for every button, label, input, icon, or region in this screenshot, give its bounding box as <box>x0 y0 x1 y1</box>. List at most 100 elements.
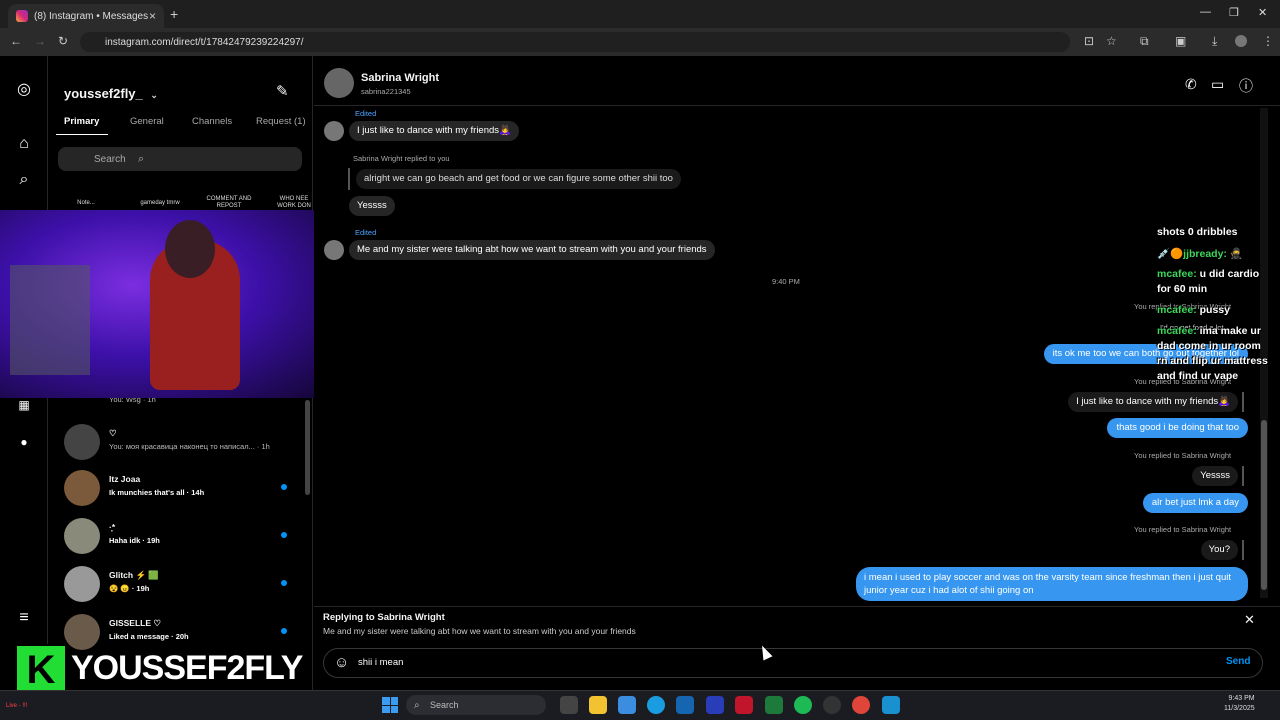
replying-to-text: Me and my sister were talking abt how we… <box>323 626 636 636</box>
conversation-name: GISSELLE ♡ <box>109 618 162 628</box>
message-received[interactable]: Me and my sister were talking abt how we… <box>349 240 715 260</box>
task-view-icon[interactable] <box>560 696 578 714</box>
note-item[interactable]: gameday tmrw <box>132 200 188 207</box>
conversation-name: ♡ <box>109 428 117 438</box>
chat-scrollbar-thumb[interactable] <box>1261 420 1267 590</box>
threads-icon[interactable]: ● <box>14 432 34 452</box>
search-placeholder: Search <box>94 153 126 165</box>
stream-chat-line: rn and flip ur mattress <box>1157 355 1268 367</box>
obs-icon[interactable] <box>823 696 841 714</box>
minimize-icon[interactable]: — <box>1200 6 1211 18</box>
extensions-icon[interactable]: ⧉ <box>1140 34 1149 49</box>
conversation-preview: Liked a message · 20h <box>109 632 189 641</box>
avatar <box>64 518 100 554</box>
video-call-icon[interactable]: ▭ <box>1211 76 1224 93</box>
copilot-icon[interactable] <box>618 696 636 714</box>
inbox-scrollbar[interactable] <box>305 400 310 495</box>
stream-chat-line: mcafee: pussy <box>1157 304 1230 316</box>
xbox-icon[interactable] <box>765 696 783 714</box>
avatar <box>64 470 100 506</box>
message-received[interactable]: I just like to dance with my friends🙇‍♀️ <box>349 121 519 141</box>
maximize-icon[interactable]: ❐ <box>1229 6 1239 19</box>
profile-avatar[interactable] <box>1235 35 1247 47</box>
emoji-icon[interactable]: ☺ <box>334 654 349 671</box>
message-input[interactable] <box>358 657 1158 668</box>
conversation-item[interactable]: Glitch ⚡ 🟩 😵 😠 · 19h <box>64 566 304 606</box>
search-icon: ⌕ <box>138 152 145 165</box>
conversation-item[interactable]: ♡ You: моя красавица наконец то написал.… <box>64 424 304 464</box>
quoted-message[interactable]: Yessss <box>1192 466 1238 486</box>
search-icon: ⌕ <box>414 699 420 711</box>
reply-meta: You replied to Sabrina Wright <box>1134 451 1232 460</box>
forward-icon[interactable]: → <box>34 34 46 48</box>
quoted-message[interactable]: You? <box>1200 540 1238 560</box>
edge-icon[interactable] <box>647 696 665 714</box>
search-input[interactable]: ⌕ Search <box>58 147 302 171</box>
brand-name: YOUSSEF2FLY <box>71 648 303 687</box>
tab-requests[interactable]: Request (1) <box>256 116 306 127</box>
quoted-message[interactable]: I just like to dance with my friends🙇‍♀️ <box>1068 392 1238 412</box>
conversation-preview: Ik munchies that's all · 14h <box>109 488 205 497</box>
search-icon[interactable]: ⌕ <box>14 170 34 190</box>
menu-dots-icon[interactable]: ⋮ <box>1262 34 1274 48</box>
instagram-logo-icon[interactable]: ◎ <box>14 80 34 100</box>
contact-name[interactable]: Sabrina Wright <box>361 72 439 84</box>
message-sent[interactable]: alr bet just lmk a day <box>1142 493 1248 513</box>
note-item[interactable]: COMMENT AND REPOST <box>200 196 258 210</box>
clock-date: 11/3/2025 <box>1224 705 1255 712</box>
note-item[interactable]: Note... <box>66 200 106 207</box>
stream-chat-line: mcafee: ima make ur <box>1157 325 1261 337</box>
tab-general[interactable]: General <box>130 116 164 127</box>
conversation-item[interactable]: ·̩̩͙* Haha idk · 19h <box>64 518 304 558</box>
chrome-icon[interactable] <box>852 696 870 714</box>
conversation-preview: 😵 😠 · 19h <box>109 584 150 593</box>
browser-tab-bar <box>0 0 1280 28</box>
download-icon[interactable]: ⤓ <box>1212 34 1217 49</box>
reload-icon[interactable]: ↻ <box>58 34 68 48</box>
account-switcher[interactable]: youssef2fly_ ⌄ <box>64 86 158 101</box>
stream-chat-line: dad come in ur room <box>1157 340 1261 352</box>
cancel-reply-icon[interactable]: ✕ <box>1244 612 1255 628</box>
phone-call-icon[interactable]: ✆ <box>1185 76 1197 93</box>
launcher-icon[interactable] <box>706 696 724 714</box>
close-window-icon[interactable]: ✕ <box>1258 6 1267 19</box>
url-field[interactable]: instagram.com/direct/t/17842479239224297… <box>80 32 1070 52</box>
system-clock[interactable]: 9:43 PM 11/3/2025 <box>1224 694 1255 714</box>
edited-label: Edited <box>355 228 377 237</box>
file-explorer-icon[interactable] <box>589 696 607 714</box>
message-sent[interactable]: thats good i be doing that too <box>1107 418 1248 438</box>
chevron-down-icon: ⌄ <box>150 90 158 100</box>
sidebar-icon[interactable]: ▣ <box>1175 34 1186 48</box>
spotify-icon[interactable] <box>794 696 812 714</box>
info-icon[interactable]: ⓘ <box>1239 76 1253 96</box>
tab-channels[interactable]: Channels <box>192 116 232 127</box>
install-app-icon[interactable]: ⊡ <box>1084 34 1094 48</box>
browser-tab[interactable]: (8) Instagram • Messages × <box>8 4 164 28</box>
contact-username: sabrina221345 <box>361 87 411 96</box>
back-icon[interactable]: ← <box>10 34 22 48</box>
tab-primary[interactable]: Primary <box>64 116 99 127</box>
bookmark-star-icon[interactable]: ☆ <box>1106 34 1117 48</box>
send-button[interactable]: Send <box>1226 656 1250 667</box>
taskbar-search-placeholder: Search <box>430 700 459 710</box>
store-icon[interactable] <box>676 696 694 714</box>
windows-start-icon[interactable] <box>382 697 398 713</box>
note-item[interactable]: WHO NEE WORK DON <box>272 196 316 210</box>
sender-avatar <box>324 240 344 260</box>
chat-header <box>314 56 1280 106</box>
taskbar-search[interactable]: ⌕ Search <box>406 695 546 715</box>
message-sent[interactable]: i mean i used to play soccer and was on … <box>856 567 1248 601</box>
contact-avatar[interactable] <box>324 68 354 98</box>
dashboard-icon[interactable]: ▦ <box>14 395 34 415</box>
quoted-message[interactable]: alright we can go beach and get food or … <box>356 169 681 189</box>
conversation-item[interactable]: Itz Joaa Ik munchies that's all · 14h <box>64 470 304 510</box>
close-tab-icon[interactable]: × <box>149 9 156 23</box>
shield-app-icon[interactable] <box>735 696 753 714</box>
message-received[interactable]: Yessss <box>349 196 395 216</box>
new-tab-icon[interactable]: + <box>170 6 178 22</box>
home-icon[interactable]: ⌂ <box>14 134 34 154</box>
app-icon[interactable] <box>882 696 900 714</box>
more-menu-icon[interactable]: ≡ <box>14 608 34 628</box>
new-message-icon[interactable]: ✎ <box>276 82 289 100</box>
stream-branding: K YOUSSEF2FLY <box>15 644 303 692</box>
